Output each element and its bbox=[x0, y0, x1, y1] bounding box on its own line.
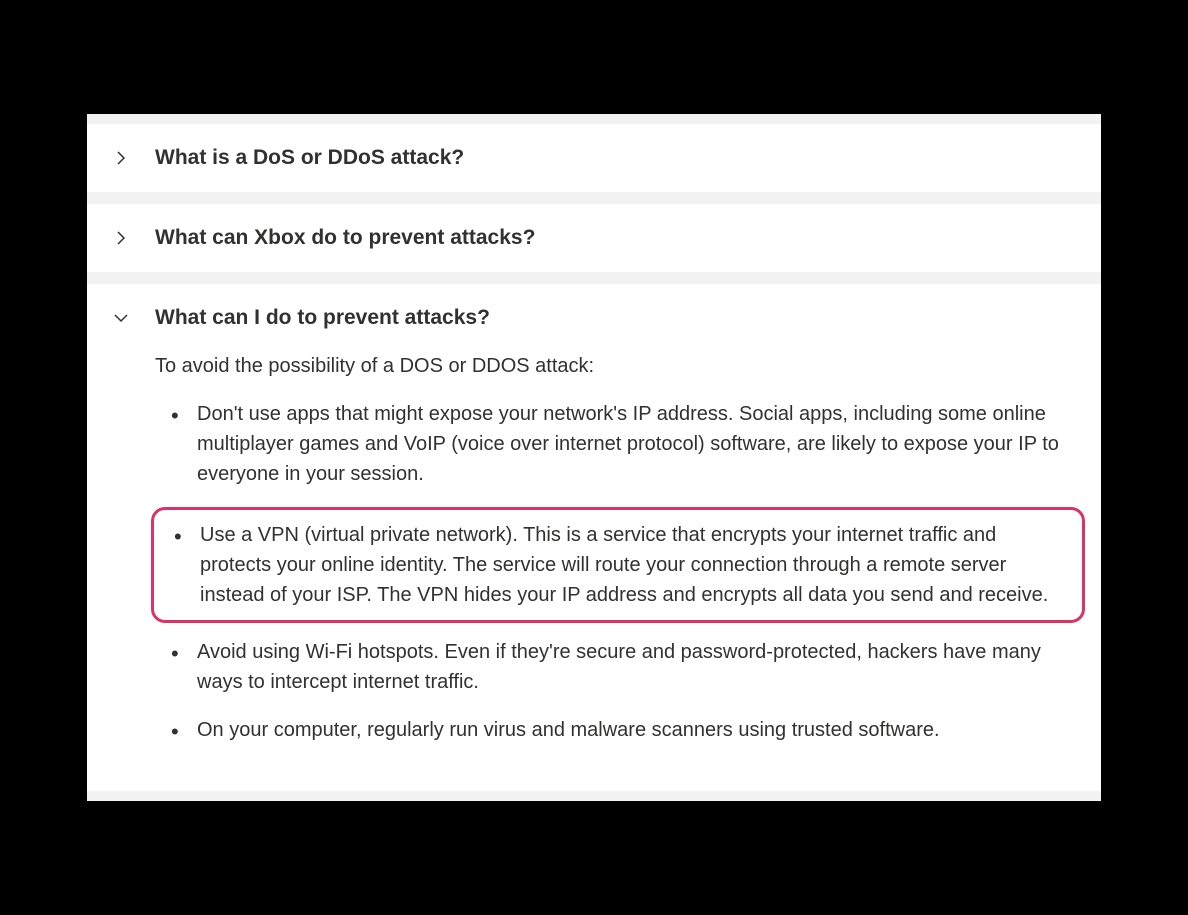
intro-text: To avoid the possibility of a DOS or DDO… bbox=[155, 352, 1077, 381]
accordion-item-xbox-prevent: What can Xbox do to prevent attacks? bbox=[87, 204, 1101, 272]
accordion-title: What can Xbox do to prevent attacks? bbox=[155, 226, 535, 250]
chevron-down-icon bbox=[111, 308, 131, 328]
accordion-header-xbox-prevent[interactable]: What can Xbox do to prevent attacks? bbox=[87, 204, 1101, 272]
accordion-content: To avoid the possibility of a DOS or DDO… bbox=[87, 352, 1101, 791]
list-item: Avoid using Wi-Fi hotspots. Even if they… bbox=[185, 637, 1077, 697]
highlighted-callout: Use a VPN (virtual private network). Thi… bbox=[151, 507, 1085, 623]
list-item-highlighted: Use a VPN (virtual private network). Thi… bbox=[186, 520, 1066, 610]
accordion-item-dos-ddos: What is a DoS or DDoS attack? bbox=[87, 124, 1101, 192]
list-item: On your computer, regularly run virus an… bbox=[185, 715, 1077, 745]
accordion-container: What is a DoS or DDoS attack? What can X… bbox=[87, 114, 1101, 801]
accordion-title: What can I do to prevent attacks? bbox=[155, 306, 490, 330]
accordion-title: What is a DoS or DDoS attack? bbox=[155, 146, 464, 170]
accordion-item-prevent-attacks: What can I do to prevent attacks? To avo… bbox=[87, 284, 1101, 791]
chevron-right-icon bbox=[111, 228, 131, 248]
bullet-list: Don't use apps that might expose your ne… bbox=[155, 399, 1077, 745]
list-item: Don't use apps that might expose your ne… bbox=[185, 399, 1077, 489]
chevron-right-icon bbox=[111, 148, 131, 168]
accordion-header-prevent-attacks[interactable]: What can I do to prevent attacks? bbox=[87, 284, 1101, 352]
accordion-header-dos-ddos[interactable]: What is a DoS or DDoS attack? bbox=[87, 124, 1101, 192]
